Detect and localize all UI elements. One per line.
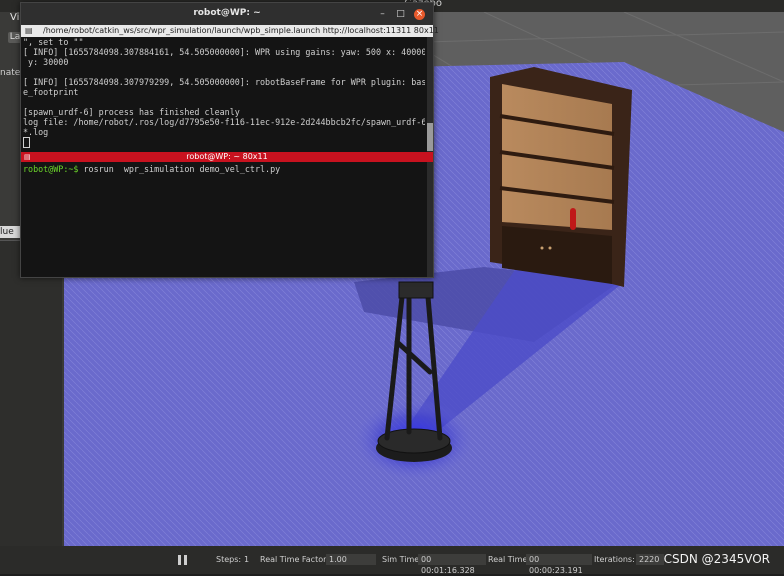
terminal-tab-icon: ▤ [25,26,33,35]
cabinet-knob-right [548,246,552,250]
log-line: [ INFO] [1655784098.307884161, 54.505000… [23,47,425,57]
pause-icon[interactable] [178,555,187,565]
log-line: e_footprint [23,87,79,97]
minimize-icon[interactable]: – [377,9,388,20]
maximize-icon[interactable]: □ [395,9,406,20]
terminal-tab-launch-label: /home/robot/catkin_ws/src/wpr_simulation… [43,26,439,35]
gazebo-menu-view[interactable]: Vi [10,12,19,23]
terminal-titlebar[interactable]: robot@WP: ~ – □ × [21,3,433,25]
log-line: [ INFO] [1655784098.307979299, 54.505000… [23,77,425,87]
real-time-label: Real Time: [488,555,531,564]
terminal-tab-launch[interactable]: ▤ /home/robot/catkin_ws/src/wpr_simulati… [21,25,439,37]
command-prompt-line: robot@WP:~$ rosrun wpr_simulation demo_v… [23,164,280,174]
terminal-pane-top[interactable]: ", set to "" [ INFO] [1655784098.3078841… [21,37,425,152]
real-time-factor-value: 1.00 [326,554,376,565]
steps-label: Steps: [216,555,242,564]
prompt-user: robot@WP:~$ [23,164,79,174]
robot-head [398,281,434,299]
close-icon[interactable]: × [414,9,425,20]
sim-time-value: 00 00:01:16.328 [418,554,486,575]
log-line: *.log [23,127,49,137]
terminal-tab-active[interactable]: ▤ robot@WP: ~ 80x11 [21,152,433,162]
log-line: y: 30000 [23,57,69,67]
real-time-factor-label: Real Time Factor: [260,555,329,564]
terminal-title: robot@WP: ~ [193,8,261,18]
cabinet-knob-left [540,246,544,250]
gazebo-property-panel [0,240,62,547]
red-bottle [570,208,576,230]
terminal-cursor-outline [23,137,30,148]
terminal-scrollbar-bottom[interactable] [427,162,433,277]
prompt-command: rosrun wpr_simulation demo_vel_ctrl.py [78,164,281,174]
iterations-value: 2220 [636,554,664,565]
sim-time-label: Sim Time: [382,555,422,564]
log-line: ", set to "" [23,37,84,47]
terminal-window[interactable]: robot@WP: ~ – □ × ▤ /home/robot/catkin_w… [20,2,439,278]
real-time-value: 00 00:00:23.191 [526,554,592,575]
steps-value[interactable]: 1 [244,555,249,564]
csdn-watermark: CSDN @2345VOR [663,552,770,566]
terminal-pane-bottom[interactable]: robot@WP:~$ rosrun wpr_simulation demo_v… [21,162,425,277]
log-line: log file: /home/robot/.ros/log/d7795e50-… [23,117,425,127]
terminal-scrollbar-thumb[interactable] [427,123,433,151]
gazebo-value-header: lue [0,226,20,238]
bookshelf-back [502,84,612,230]
gazebo-bottom-toolbar: Steps: 1 Real Time Factor: 1.00 Sim Time… [0,546,784,575]
log-line: [spawn_urdf-6] process has finished clea… [23,107,240,117]
terminal-tab-active-label: robot@WP: ~ 80x11 [186,152,268,161]
iterations-label: Iterations: [594,555,635,564]
